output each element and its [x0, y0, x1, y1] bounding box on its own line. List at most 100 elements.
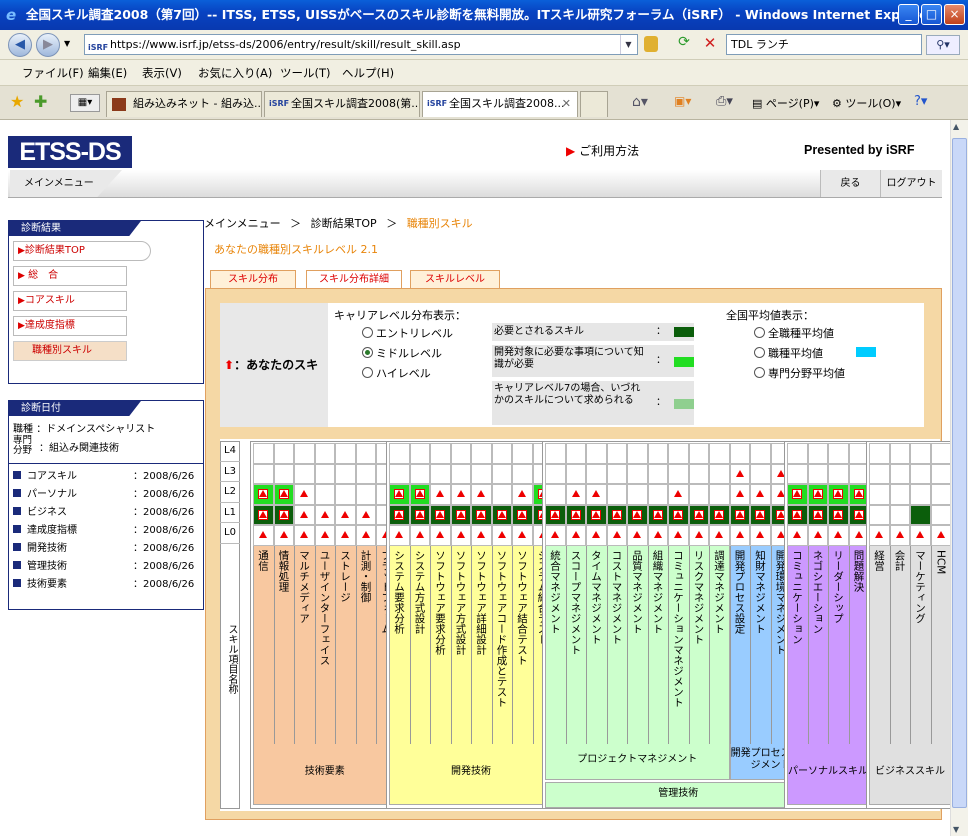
- col-divider: [512, 543, 513, 744]
- scroll-down-icon[interactable]: ▼: [953, 825, 959, 834]
- lock-icon[interactable]: [644, 36, 658, 52]
- close-tab-icon[interactable]: ✕: [562, 92, 571, 116]
- your-skill-arrow-icon: [633, 531, 642, 539]
- print-icon[interactable]: ⎙▾: [716, 94, 733, 109]
- level-cell: [668, 443, 689, 464]
- search-input[interactable]: TDL ランチ: [726, 34, 922, 55]
- history-dropdown-icon[interactable]: ▼: [64, 39, 70, 48]
- tab-skill-distribution[interactable]: スキル分布: [210, 270, 296, 290]
- date-tech-element[interactable]: 技術要素 ：2008/6/26: [13, 575, 199, 590]
- tab-skill-level[interactable]: スキルレベル: [410, 270, 500, 290]
- core-skill-button[interactable]: ▶コアスキル: [13, 291, 127, 311]
- level-cell: [668, 504, 689, 525]
- col-divider: [586, 543, 587, 744]
- menu-help[interactable]: ヘルプ(H): [342, 65, 394, 81]
- tab-skill-distribution-detail[interactable]: スキル分布詳細: [306, 270, 402, 290]
- job-skill-button[interactable]: 職種別スキル: [13, 341, 127, 361]
- level-cell: [430, 484, 451, 505]
- level-cell: [430, 504, 451, 525]
- menu-file[interactable]: ファイル(F): [22, 65, 84, 81]
- level-cell: [709, 484, 730, 505]
- logout-button[interactable]: ログアウト: [880, 170, 942, 197]
- date-business[interactable]: ビジネス ：2008/6/26: [13, 503, 199, 518]
- radio-job-average[interactable]: 職種平均値: [754, 345, 823, 361]
- browser-tab-1[interactable]: 組み込みネット - 組み込...: [106, 91, 262, 117]
- url-field[interactable]: iSRF https://www.isrf.jp/etss-ds/2006/en…: [84, 34, 638, 55]
- level-cell: [314, 484, 335, 505]
- level-cell: [910, 525, 931, 546]
- overall-button[interactable]: ▶ 総 合: [13, 266, 127, 286]
- refresh-icon[interactable]: ⟳: [674, 34, 694, 54]
- date-core-skill[interactable]: コアスキル ：2008/6/26: [13, 467, 199, 482]
- level-cell: [294, 443, 315, 464]
- page-menu[interactable]: ▤ ページ(P)▾: [752, 95, 819, 111]
- level-cell: [606, 484, 627, 505]
- stop-icon[interactable]: ✕: [700, 34, 720, 54]
- your-skill-arrow-icon: [756, 510, 765, 518]
- home-icon[interactable]: ⌂▾: [632, 94, 648, 110]
- menu-favorites[interactable]: お気に入り(A): [198, 65, 272, 81]
- radio-field-average[interactable]: 専門分野平均値: [754, 365, 845, 381]
- url-dropdown-icon[interactable]: ▼: [620, 35, 636, 54]
- help-icon[interactable]: ?▾: [914, 94, 927, 109]
- maximize-button[interactable]: □: [921, 4, 942, 25]
- level-cell: [606, 525, 627, 546]
- main-menu-link[interactable]: メインメニュー: [10, 170, 122, 197]
- date-achievement[interactable]: 達成度指標 ：2008/6/26: [13, 521, 199, 536]
- radio-all-average[interactable]: 全職種平均値: [754, 325, 834, 341]
- level-cell: [294, 463, 315, 484]
- menu-edit[interactable]: 編集(E): [88, 65, 127, 81]
- menu-tools[interactable]: ツール(T): [280, 65, 331, 81]
- level-label: L0: [220, 523, 240, 544]
- quick-tabs-icon[interactable]: ▦▾: [70, 94, 100, 112]
- skill-item-label: スキル項目名称: [226, 623, 237, 694]
- new-tab-button[interactable]: [580, 91, 608, 117]
- date-mgmt-tech[interactable]: 管理技術 ：2008/6/26: [13, 557, 199, 572]
- usage-link[interactable]: ▶ ご利用方法: [566, 142, 639, 159]
- crumb-main-menu[interactable]: メインメニュー: [204, 217, 281, 230]
- crumb-result-top[interactable]: 診断結果TOP: [311, 217, 377, 230]
- radio-high[interactable]: ハイレベル: [362, 365, 431, 381]
- subgroup-label: プロジェクトマネジメント: [577, 753, 698, 765]
- level-cell: [409, 463, 430, 484]
- result-top-button[interactable]: ▶診断結果TOP: [13, 241, 151, 261]
- date-personal[interactable]: パーソナル ：2008/6/26: [13, 485, 199, 500]
- forward-icon[interactable]: ▶: [36, 33, 60, 57]
- menu-view[interactable]: 表示(V): [142, 65, 182, 81]
- level-cell: [807, 525, 828, 546]
- scroll-up-icon[interactable]: ▲: [953, 122, 959, 131]
- level-cell: [586, 443, 607, 464]
- your-skill-arrow-icon: [259, 531, 268, 539]
- favorites-star-icon[interactable]: ★: [10, 92, 24, 111]
- your-skill-arrow-icon: [793, 531, 802, 539]
- tools-menu[interactable]: ⚙ ツール(O)▾: [832, 95, 901, 111]
- skill-name: 知財マネジメント: [754, 549, 766, 634]
- close-button[interactable]: ×: [944, 4, 965, 25]
- skill-name: ソフトウェア結合テスト: [516, 549, 528, 666]
- achievement-button[interactable]: ▶達成度指標: [13, 316, 127, 336]
- minimize-button[interactable]: _: [898, 4, 919, 25]
- back-icon[interactable]: ◀: [8, 33, 32, 57]
- browser-tab-2[interactable]: iSRF 全国スキル調査2008(第...: [264, 91, 420, 117]
- level-cell: [889, 443, 910, 464]
- your-skill-arrow-icon: [436, 510, 445, 518]
- browser-tab-3[interactable]: iSRF 全国スキル調査2008... ✕: [422, 91, 578, 117]
- level-cell: [491, 484, 512, 505]
- skill-name: 開発プロセス設定: [733, 549, 746, 634]
- level-cell: [335, 443, 356, 464]
- your-skill-arrow-icon: [477, 510, 486, 518]
- vertical-scrollbar[interactable]: ▲ ▼: [950, 120, 968, 836]
- level-cell: [750, 443, 771, 464]
- level-cell: [409, 525, 430, 546]
- feeds-icon[interactable]: ▣▾: [674, 94, 691, 108]
- your-skill-arrow-icon: [592, 531, 601, 539]
- col-divider: [273, 543, 275, 744]
- radio-middle[interactable]: ミドルレベル: [362, 345, 442, 361]
- back-button[interactable]: 戻る: [820, 170, 880, 197]
- radio-entry[interactable]: エントリレベル: [362, 325, 453, 341]
- col-divider: [355, 543, 357, 744]
- add-favorite-icon[interactable]: ✚: [34, 92, 47, 111]
- date-dev-tech[interactable]: 開発技術 ：2008/6/26: [13, 539, 199, 554]
- search-icon[interactable]: ⚲▾: [926, 35, 960, 55]
- scroll-thumb[interactable]: [952, 138, 967, 808]
